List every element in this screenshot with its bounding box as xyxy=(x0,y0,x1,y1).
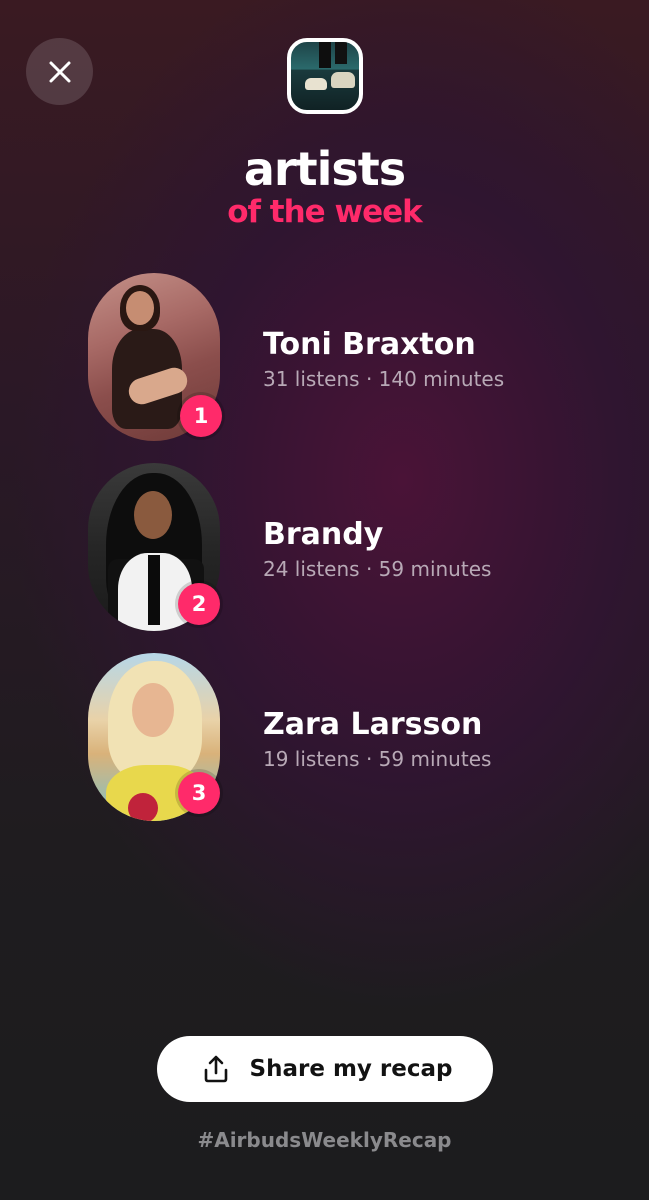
artist-row[interactable]: 3 Zara Larsson 19 listens · 59 minutes xyxy=(88,653,608,823)
rank-badge: 3 xyxy=(178,772,220,814)
artist-name: Zara Larsson xyxy=(263,707,483,742)
share-button-label: Share my recap xyxy=(249,1056,453,1082)
close-icon xyxy=(49,61,70,82)
page-subtitle: of the week xyxy=(227,194,423,230)
hashtag-text: #AirbudsWeeklyRecap xyxy=(197,1128,452,1152)
artist-row[interactable]: 1 Toni Braxton 31 listens · 140 minutes xyxy=(88,273,608,443)
artist-name: Toni Braxton xyxy=(263,327,476,362)
thumbnail-shoe xyxy=(305,78,327,90)
artist-name: Brandy xyxy=(263,517,384,552)
artist-stats: 19 listens · 59 minutes xyxy=(263,747,492,771)
close-button[interactable] xyxy=(26,38,93,105)
share-icon xyxy=(198,1051,234,1087)
thumbnail-leg xyxy=(335,42,347,64)
page-title: artists xyxy=(243,142,406,196)
rank-badge: 1 xyxy=(180,395,222,437)
rank-badge: 2 xyxy=(178,583,220,625)
share-recap-button[interactable]: Share my recap xyxy=(157,1036,493,1102)
artist-row[interactable]: 2 Brandy 24 listens · 59 minutes xyxy=(88,463,608,633)
thumbnail-shoe xyxy=(331,72,355,88)
artist-stats: 24 listens · 59 minutes xyxy=(263,557,492,581)
thumbnail-leg xyxy=(319,42,331,68)
recap-thumbnail xyxy=(287,38,363,114)
artist-stats: 31 listens · 140 minutes xyxy=(263,367,505,391)
